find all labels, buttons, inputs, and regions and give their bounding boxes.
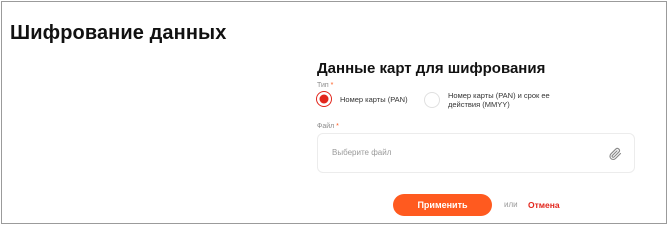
radio-option-label: Номер карты (PAN) и срок ее действия (MM… <box>448 91 550 109</box>
file-field-label: Файл * <box>317 123 339 130</box>
or-separator: или <box>504 200 518 209</box>
apply-button[interactable]: Применить <box>393 194 492 216</box>
radio-option-pan[interactable]: Номер карты (PAN) <box>316 91 408 107</box>
file-upload-field[interactable]: Выберите файл <box>317 133 635 173</box>
required-mark: * <box>336 123 339 130</box>
section-title: Данные карт для шифрования <box>317 60 546 77</box>
required-mark: * <box>330 82 334 89</box>
page-title: Шифрование данных <box>10 22 227 44</box>
file-placeholder: Выберите файл <box>332 148 392 157</box>
radio-option-pan-expiry[interactable]: Номер карты (PAN) и срок ее действия (MM… <box>424 91 558 109</box>
page-frame: Шифрование данных Данные карт для шифров… <box>1 1 667 224</box>
type-field-label: Тип * <box>317 82 333 89</box>
radio-button-selected[interactable] <box>316 91 332 107</box>
radio-button-unselected[interactable] <box>424 92 440 108</box>
radio-option-label: Номер карты (PAN) <box>340 94 408 104</box>
paperclip-icon[interactable] <box>608 146 622 162</box>
file-label-text: Файл <box>317 123 335 130</box>
type-label-text: Тип <box>317 82 329 89</box>
cancel-link[interactable]: Отмена <box>528 200 560 210</box>
